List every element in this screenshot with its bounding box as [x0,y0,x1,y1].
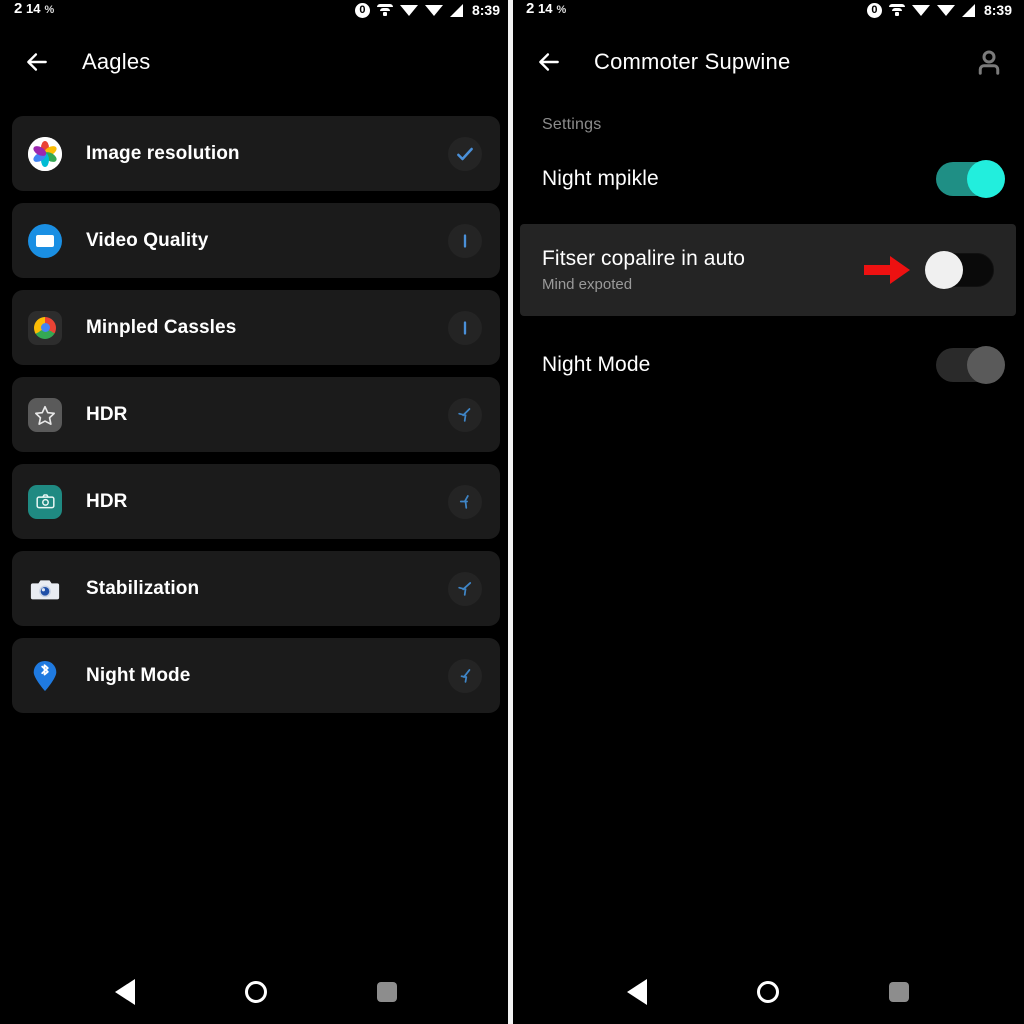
status-percent-symbol: % [556,4,567,16]
status-battery-number: 2 [14,0,23,17]
toggle-knob [967,160,1005,198]
signal-triangle-icon [936,4,955,16]
back-arrow-icon[interactable] [14,39,60,85]
setting-row[interactable]: Night Mode [512,326,1024,404]
signal-triangle-icon [424,4,443,16]
bluetooth-pin-icon [28,659,62,693]
status-battery-number: 2 [526,0,535,17]
cursor-icon [448,484,482,519]
wifi-icon [376,3,393,17]
list-item[interactable]: Image resolution [12,116,500,191]
list-item-label: Minpled Cassles [86,316,237,338]
status-bar-battery-group: 2 14 % [526,0,566,17]
signal-triangle-icon [911,4,930,16]
circle-zero-icon: 0 [354,2,370,18]
pointer-arrow-icon [862,253,912,287]
status-clock: 8:39 [471,2,500,18]
panel-divider [508,0,513,1024]
nav-recents-icon[interactable] [889,982,909,1002]
toggle-switch[interactable] [925,251,994,289]
status-battery-value: 14 [538,1,553,16]
list-item[interactable]: HDR [12,377,500,452]
list-item[interactable]: Minpled Cassles [12,290,500,365]
status-clock: 8:39 [983,2,1012,18]
setting-title: Night Mode [542,353,651,376]
list-item-label: Night Mode [86,664,191,686]
bar-icon [448,223,482,258]
check-icon [448,136,482,171]
list-item[interactable]: HDR [12,464,500,539]
wifi-icon [888,3,905,17]
circle-zero-icon: 0 [866,2,882,18]
cellular-bars-icon [449,3,463,17]
page-title: Commoter Supwine [594,49,791,74]
settings-list: Image resolution Video Quality Minpled C… [0,98,512,713]
nav-bar-right [512,960,1024,1024]
nav-back-icon[interactable] [627,979,647,1005]
toggle-switch[interactable] [936,160,1005,198]
cursor-icon [448,571,482,606]
status-bar-battery-group: 2 14 % [14,0,54,17]
setting-subtitle: Mind expoted [542,276,633,293]
video-icon [28,223,62,258]
setting-row[interactable]: Night mpikle [512,140,1024,218]
list-item[interactable]: Video Quality [12,203,500,278]
account-icon[interactable] [972,45,1006,79]
photos-icon [28,136,62,171]
cellular-bars-icon [961,3,975,17]
list-item[interactable]: Stabilization [12,551,500,626]
toggle-knob [925,251,963,289]
status-battery-value: 14 [26,1,41,16]
bar-icon [448,310,482,345]
setting-row[interactable]: Fitser copalire in auto Mind expoted [520,224,1016,316]
left-phone-screen: 2 14 % 0 8:39 Aagles Image resolution Vi… [0,0,512,1024]
nav-home-icon[interactable] [245,981,267,1003]
camera-teal-icon [28,484,62,519]
settings-group: Night mpikle Fitser copalire in auto Min… [512,140,1024,404]
setting-title: Fitser copalire in auto [542,247,746,270]
list-item-label: HDR [86,403,128,425]
status-bar-left: 2 14 % 0 8:39 [0,0,512,26]
chrome-icon [28,310,62,345]
right-app-bar: Commoter Supwine [512,26,1024,98]
status-bar-icons-left: 0 8:39 [354,2,500,18]
page-title: Aagles [82,49,151,74]
left-app-bar: Aagles [0,26,512,98]
nav-home-icon[interactable] [757,981,779,1003]
list-item-label: Stabilization [86,577,200,599]
cursor-icon [448,658,482,693]
list-item-label: Image resolution [86,142,240,164]
nav-bar-left [0,960,512,1024]
status-bar-right: 2 14 % 0 8:39 [512,0,1024,26]
nav-back-icon[interactable] [115,979,135,1005]
nav-recents-icon[interactable] [377,982,397,1002]
setting-title: Night mpikle [542,167,659,190]
toggle-switch[interactable] [936,346,1005,384]
section-header: Settings [542,116,602,133]
camera-white-icon [28,572,62,606]
list-item[interactable]: Night Mode [12,638,500,713]
cursor-icon [448,397,482,432]
status-bar-icons-right: 0 8:39 [866,2,1012,18]
list-item-label: HDR [86,490,128,512]
signal-triangle-icon [399,4,418,16]
toggle-knob [967,346,1005,384]
back-arrow-icon[interactable] [526,39,572,85]
right-phone-screen: 2 14 % 0 8:39 Commoter Supwine Settings [512,0,1024,1024]
star-icon [28,397,62,432]
list-item-label: Video Quality [86,229,209,251]
status-percent-symbol: % [44,4,55,16]
